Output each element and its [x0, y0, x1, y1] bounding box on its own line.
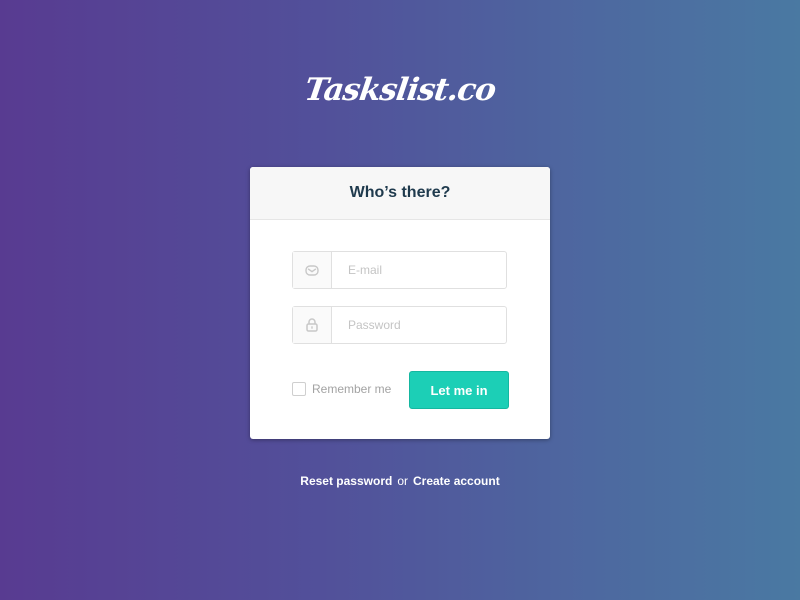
- footer-links: Reset password or Create account: [0, 474, 800, 488]
- email-icon: [293, 252, 332, 288]
- submit-button[interactable]: Let me in: [409, 371, 509, 409]
- brand-logo: Taskslist.co: [302, 72, 498, 108]
- password-input[interactable]: [332, 307, 506, 343]
- email-field[interactable]: [292, 251, 507, 289]
- password-field[interactable]: [292, 306, 507, 344]
- remember-me[interactable]: Remember me: [292, 382, 391, 396]
- remember-checkbox[interactable]: [292, 382, 306, 396]
- footer-separator: or: [397, 474, 408, 488]
- reset-password-link[interactable]: Reset password: [300, 474, 392, 488]
- lock-icon: [293, 307, 332, 343]
- create-account-link[interactable]: Create account: [413, 474, 500, 488]
- remember-label: Remember me: [312, 382, 392, 396]
- card-title: Who’s there?: [250, 167, 550, 220]
- email-input[interactable]: [332, 252, 506, 288]
- login-card: Who’s there? Remember me Let me in: [250, 167, 550, 439]
